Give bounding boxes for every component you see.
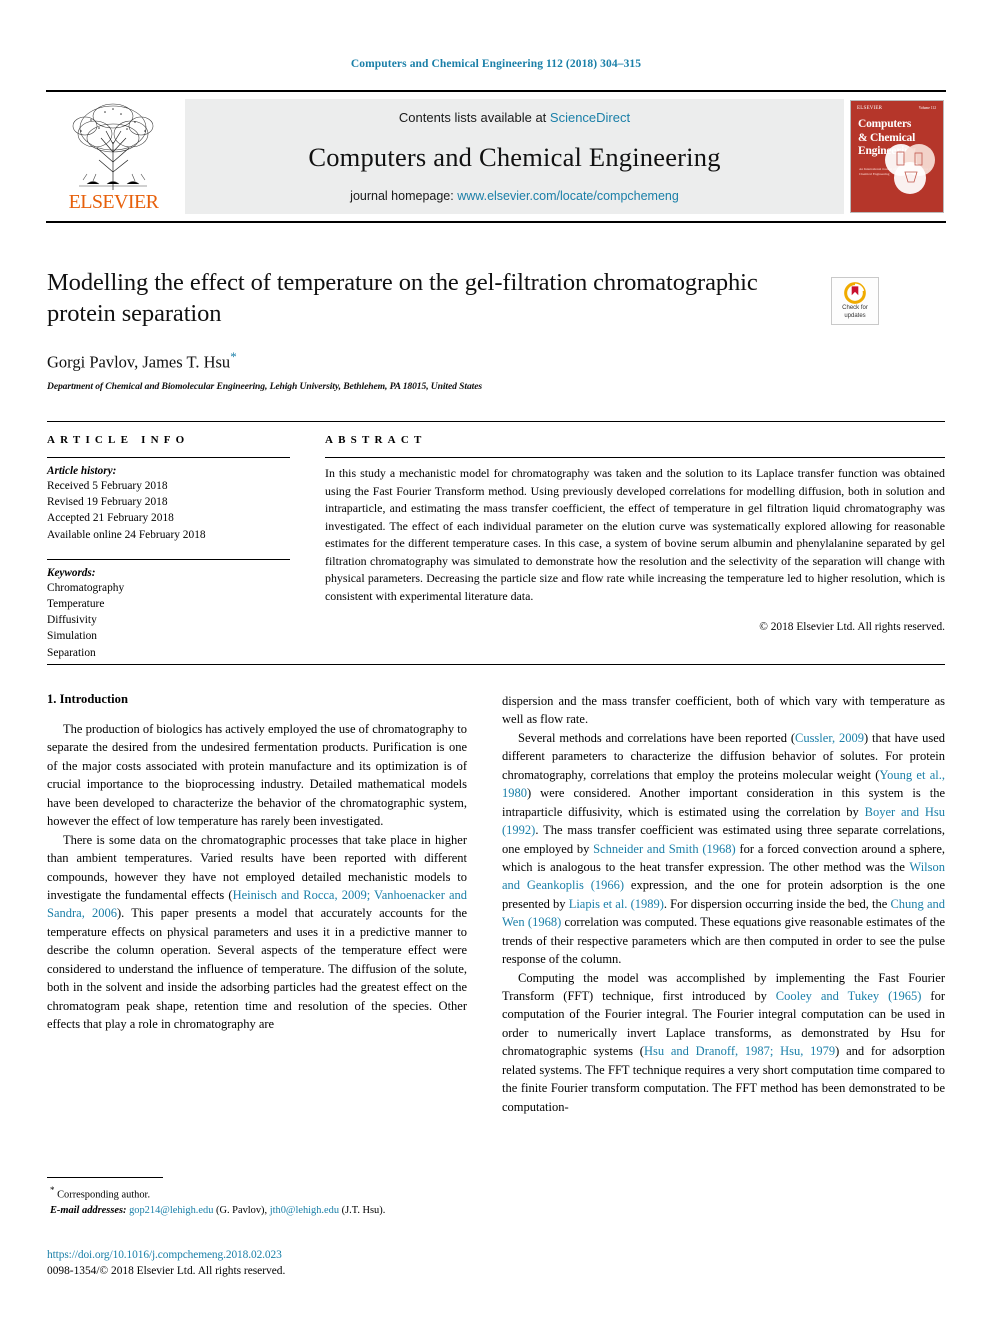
history-accepted: Accepted 21 February 2018 (47, 512, 174, 525)
issn-copyright: 0098-1354/© 2018 Elsevier Ltd. All right… (47, 1264, 286, 1277)
keyword-item: Temperature (47, 597, 105, 610)
elsevier-logo: ELSEVIER (46, 92, 181, 221)
history-revised: Revised 19 February 2018 (47, 496, 168, 509)
page-title: Modelling the effect of temperature on t… (47, 269, 758, 327)
doi-link[interactable]: https://doi.org/10.1016/j.compchemeng.20… (47, 1248, 487, 1263)
email-note: E-mail addresses: gop214@lehigh.edu (G. … (47, 1203, 467, 1218)
keyword-item: Separation (47, 646, 96, 659)
keyword-item: Chromatography (47, 581, 125, 594)
abstract-text: In this study a mechanistic model for ch… (325, 466, 945, 603)
keyword-item: Diffusivity (47, 614, 97, 627)
cover-issue: Volume 112 (918, 106, 936, 110)
history-available-online: Available online 24 February 2018 (47, 528, 206, 541)
crossmark-line1: Check for (842, 305, 868, 311)
abstract-column: ABSTRACT In this study a mechanistic mod… (325, 434, 945, 633)
journal-cover-thumbnail: ELSEVIER Volume 112 Computers & Chemical… (848, 97, 946, 216)
affiliation: Department of Chemical and Biomolecular … (47, 381, 482, 393)
info-divider-top (47, 421, 945, 422)
r1-h: correlation was computed. These equation… (502, 915, 946, 967)
email-owner-pavlov: (G. Pavlov), (216, 1204, 268, 1216)
author-list: Gorgi Pavlov, James T. Hsu* (47, 349, 817, 373)
info-divider-bottom (47, 664, 945, 665)
email-link-pavlov[interactable]: gop214@lehigh.edu (129, 1205, 213, 1216)
email-owner-hsu: (J.T. Hsu). (341, 1204, 386, 1216)
abstract-rule (325, 457, 945, 458)
abstract-copyright: © 2018 Elsevier Ltd. All rights reserved… (759, 621, 945, 633)
elsevier-tree-icon (72, 103, 154, 190)
journal-homepage-link[interactable]: www.elsevier.com/locate/compchemeng (457, 189, 679, 203)
crossmark-icon (844, 282, 866, 304)
journal-masthead: ELSEVIER Contents lists available at Sci… (46, 90, 946, 223)
right-paragraph-2: Computing the model was accomplished by … (502, 969, 945, 1117)
right-paragraph-0: dispersion and the mass transfer coeffic… (502, 694, 945, 727)
body-column-left: 1. Introduction The production of biolog… (47, 692, 467, 1033)
r1-g: . For dispersion occurring inside the be… (663, 896, 891, 911)
abstract-heading: ABSTRACT (325, 434, 427, 446)
homepage-line: journal homepage: www.elsevier.com/locat… (350, 189, 679, 203)
keywords-label: Keywords: (47, 566, 96, 579)
citation-cussler-2009[interactable]: Cussler, 2009 (795, 731, 864, 745)
homepage-prefix: journal homepage: (350, 189, 458, 203)
journal-title: Computers and Chemical Engineering (308, 141, 721, 172)
masthead-center: Contents lists available at ScienceDirec… (185, 99, 844, 214)
crossmark-badge[interactable]: Check for updates (831, 277, 879, 325)
cover-brand: ELSEVIER (857, 106, 883, 111)
history-received: Received 5 February 2018 (47, 480, 168, 492)
footnote-block: * Corresponding author. E-mail addresses… (47, 1177, 467, 1218)
title-block: Modelling the effect of temperature on t… (47, 268, 817, 392)
para2-part-b: ). This paper presents a model that accu… (47, 906, 468, 1031)
sciencedirect-link[interactable]: ScienceDirect (550, 110, 630, 125)
keyword-item: Simulation (47, 630, 97, 643)
citation-cooley-tukey-1965[interactable]: Cooley and Tukey (1965) (776, 989, 922, 1003)
corresponding-author-note: * Corresponding author. (47, 1184, 467, 1203)
doi-block: https://doi.org/10.1016/j.compchemeng.20… (47, 1248, 487, 1279)
r1-a: Several methods and correlations have be… (518, 730, 795, 745)
footnote-rule (47, 1177, 163, 1178)
section-heading-introduction: 1. Introduction (47, 692, 128, 706)
article-info-heading: ARTICLE INFO (47, 434, 190, 446)
email-link-hsu[interactable]: jth0@lehigh.edu (270, 1205, 339, 1216)
contents-line: Contents lists available at ScienceDirec… (399, 110, 630, 125)
right-paragraph-1: Several methods and correlations have be… (502, 729, 945, 969)
cover-circles-graphic (885, 144, 935, 194)
article-info-column: ARTICLE INFO Article history: Received 5… (47, 434, 290, 661)
crossmark-line2: updates (844, 312, 866, 319)
crossmark-label: Check for updates (842, 305, 868, 320)
article-info-rule (47, 457, 290, 458)
paper-page: Computers and Chemical Engineering 112 (… (0, 0, 992, 1323)
corresponding-author-marker: * (230, 348, 237, 364)
citation-liapis-1989[interactable]: Liapis et al. (1989) (569, 897, 664, 911)
cover-title-line1: Computers (858, 118, 912, 130)
intro-paragraph-1: The production of biologics has actively… (47, 722, 467, 829)
keywords-rule (47, 558, 290, 560)
body-column-right: dispersion and the mass transfer coeffic… (502, 692, 945, 1116)
elsevier-wordmark: ELSEVIER (68, 191, 159, 213)
intro-paragraph-2: There is some data on the chromatographi… (47, 831, 467, 1034)
article-history-label: Article history: (47, 465, 117, 477)
citation-hsu-dranoff[interactable]: Hsu and Dranoff, 1987; Hsu, 1979 (644, 1044, 835, 1058)
citation-schneider-smith-1968[interactable]: Schneider and Smith (1968) (593, 842, 736, 856)
author-names: Gorgi Pavlov, James T. Hsu (47, 352, 231, 372)
corresponding-author-text: Corresponding author. (57, 1189, 151, 1201)
contents-prefix: Contents lists available at (398, 110, 550, 125)
email-label: E-mail addresses: (50, 1204, 127, 1216)
running-head: Computers and Chemical Engineering 112 (… (350, 58, 642, 70)
footnote-star: * (50, 1185, 55, 1195)
